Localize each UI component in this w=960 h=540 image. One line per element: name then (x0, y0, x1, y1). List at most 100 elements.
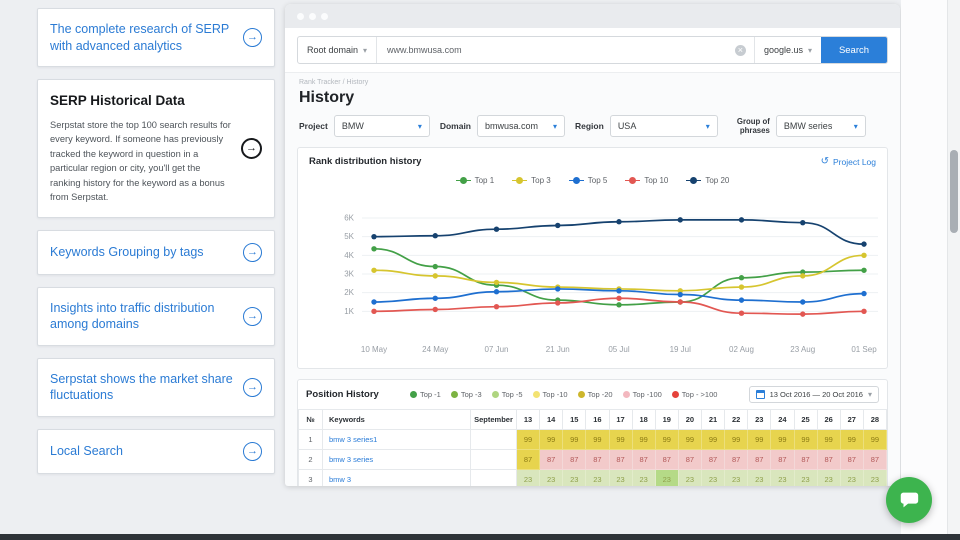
column-header: 15 (562, 409, 587, 430)
position-cell: 87 (631, 449, 656, 470)
search-button[interactable]: Search (821, 37, 887, 63)
column-header: 19 (654, 409, 679, 430)
chevron-down-icon (808, 45, 812, 55)
breadcrumb: Rank Tracker / History (299, 79, 369, 86)
page: The complete research of SERP with advan… (0, 0, 960, 540)
section-title: Rank distribution history (309, 156, 422, 167)
position-cell: 23 (562, 469, 587, 486)
chevron-down-icon (706, 121, 710, 131)
svg-text:5K: 5K (344, 232, 354, 241)
legend-item-top-3: Top 3 (512, 176, 551, 185)
arrow-right-icon[interactable] (243, 242, 262, 262)
feature-title: Serpstat shows the market share fluctuat… (50, 371, 233, 403)
project-log-link[interactable]: Project Log (821, 156, 876, 167)
window-dot-icon (309, 12, 316, 20)
position-cell: 99 (515, 429, 541, 450)
filter-label: Domain (439, 121, 471, 131)
feature-card-traffic-distribution[interactable]: Insights into traffic distribution among… (37, 286, 275, 346)
svg-text:19 Jul: 19 Jul (670, 345, 692, 354)
position-legend: Top -1 Top -3 Top -5 Top -10 Top -20 Top -100… (389, 390, 739, 399)
column-header: 13 (515, 409, 541, 430)
svg-text:01 Sep: 01 Sep (851, 345, 877, 354)
legend-item-top-10: Top -10 (532, 390, 568, 399)
search-engine-value: google.us (763, 45, 803, 55)
column-header: 18 (631, 409, 656, 430)
region-select[interactable]: USA (609, 115, 718, 137)
svg-text:05 Jul: 05 Jul (608, 345, 630, 354)
column-header: 27 (839, 409, 864, 430)
clear-icon[interactable] (734, 44, 746, 56)
position-cell: 99 (585, 429, 610, 450)
position-cell: 87 (677, 449, 703, 470)
position-cell: 87 (724, 449, 749, 470)
position-cell: 23 (700, 469, 726, 486)
app-window: Root domain google.us Search Rank Tracke… (285, 4, 900, 486)
project-select[interactable]: BMW (333, 115, 430, 137)
keyword-link[interactable]: bmw 3 (322, 469, 471, 486)
region-select-value: USA (617, 121, 637, 131)
column-header: September (470, 409, 517, 430)
filter-domain: Domain bmwusa.com (440, 115, 565, 137)
position-cell: 23 (839, 469, 864, 486)
svg-text:21 Jun: 21 Jun (546, 345, 570, 354)
chat-button[interactable] (886, 477, 932, 523)
column-header: № (298, 409, 323, 430)
arrow-right-icon[interactable] (243, 377, 262, 397)
svg-text:02 Aug: 02 Aug (729, 345, 754, 354)
domain-select[interactable]: bmwusa.com (477, 115, 565, 137)
keyword-link[interactable]: bmw 3 series1 (322, 429, 471, 450)
position-cell: 99 (724, 429, 749, 450)
column-header: Keywords (322, 409, 471, 430)
chevron-down-icon (418, 121, 422, 131)
calendar-icon (755, 390, 765, 399)
scrollbar[interactable] (947, 0, 960, 540)
feature-sidebar: The complete research of SERP with advan… (37, 8, 275, 486)
feature-card-market-share[interactable]: Serpstat shows the market share fluctuat… (37, 357, 275, 417)
position-cell: 99 (539, 429, 564, 450)
feature-card-serp-research[interactable]: The complete research of SERP with advan… (37, 8, 275, 67)
arrow-right-icon[interactable] (241, 137, 262, 159)
position-cell: 87 (770, 449, 795, 470)
svg-text:3K: 3K (344, 270, 354, 279)
legend-item-top-100: Top - >100 (671, 390, 717, 399)
column-header: 26 (816, 409, 841, 430)
position-cell: 87 (515, 449, 541, 470)
legend-item-top-10: Top 10 (625, 176, 668, 185)
chevron-down-icon (854, 121, 858, 131)
position-cell: 99 (608, 429, 633, 450)
svg-text:2K: 2K (344, 288, 354, 297)
position-cell: 23 (862, 469, 888, 486)
arrow-right-icon[interactable] (243, 441, 262, 461)
position-cell: 87 (839, 449, 864, 470)
position-cell: 87 (700, 449, 726, 470)
legend-item-top-5: Top -5 (491, 390, 523, 399)
filter-label: Region (575, 121, 604, 131)
feature-card-local-search[interactable]: Local Search (37, 428, 275, 474)
search-engine-select[interactable]: google.us (753, 37, 821, 63)
search-input[interactable] (385, 44, 729, 56)
position-cell: 99 (562, 429, 587, 450)
feature-card-serp-historical-data[interactable]: SERP Historical Data Serpstat store the … (37, 79, 275, 218)
search-box: Root domain google.us Search (297, 36, 888, 64)
row-number: 1 (298, 429, 323, 450)
keyword-link[interactable]: bmw 3 series (322, 449, 471, 470)
september-cell (470, 469, 517, 486)
position-cell: 23 (608, 469, 633, 486)
arrow-right-icon[interactable] (243, 306, 262, 326)
table-row: 1 bmw 3 series1 99 99 99 99 99 99 99 99 99 99 99 99 99… (298, 429, 888, 450)
feature-title: The complete research of SERP with advan… (50, 22, 230, 53)
date-range-picker[interactable]: 13 Oct 2016 — 20 Oct 2016 (748, 386, 879, 403)
scrollbar-thumb[interactable] (950, 150, 958, 233)
search-scope-select[interactable]: Root domain (298, 37, 378, 63)
domain-select-value: bmwusa.com (485, 121, 539, 131)
group-of-phrases-select[interactable]: BMW series (775, 115, 866, 137)
feature-title: Local Search (50, 444, 123, 459)
feature-card-keywords-grouping[interactable]: Keywords Grouping by tags (37, 229, 275, 275)
position-cell: 23 (816, 469, 841, 486)
date-range-value: 13 Oct 2016 — 20 Oct 2016 (769, 390, 863, 399)
chart-legend: Top 1 Top 3 Top 5 Top 10 Top 20 (298, 170, 887, 190)
column-header: 14 (539, 409, 564, 430)
arrow-right-icon[interactable] (243, 28, 262, 47)
position-cell: 23 (539, 469, 564, 486)
column-header: 17 (608, 409, 633, 430)
